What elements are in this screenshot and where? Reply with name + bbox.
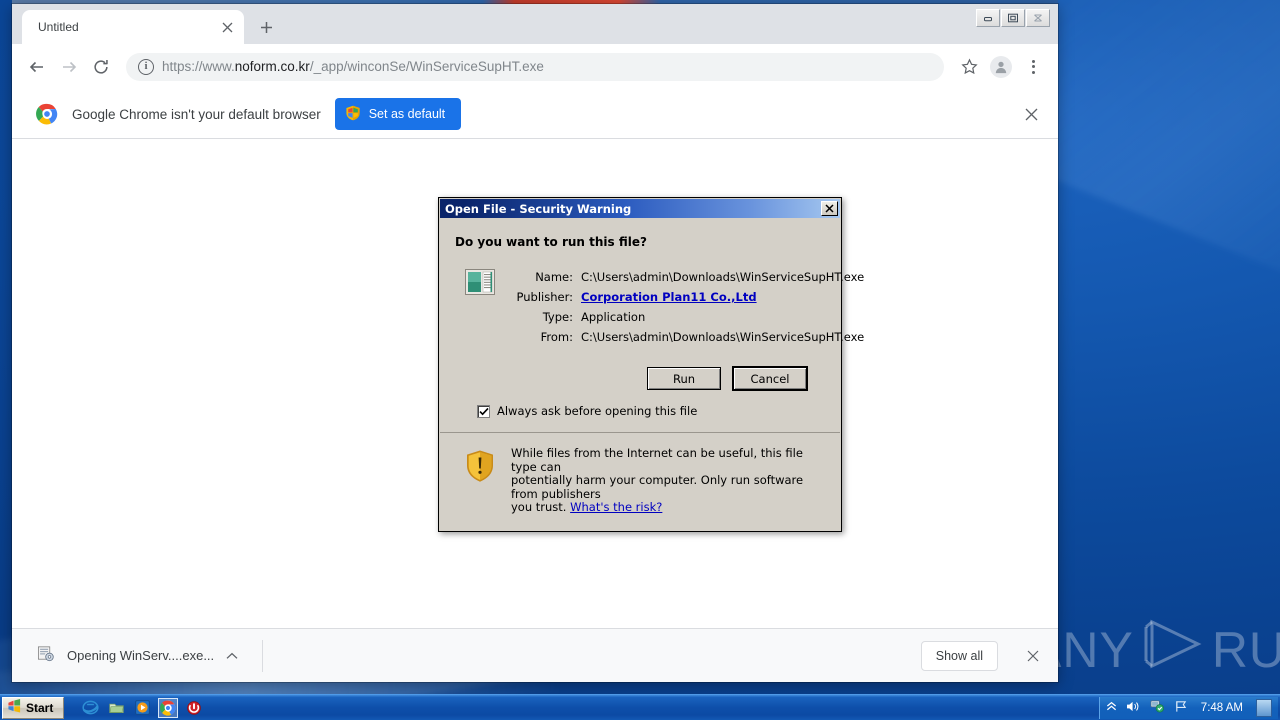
dialog-info-rows: Name: C:\Users\admin\Downloads\WinServic… [511, 267, 865, 347]
show-hidden-icons-icon[interactable] [1106, 701, 1117, 715]
chrome-logo-icon [36, 103, 58, 125]
quick-launch-bar [80, 697, 204, 718]
stop-record-icon[interactable] [184, 698, 204, 718]
taskbar-clock[interactable]: 7:48 AM [1201, 702, 1243, 714]
default-browser-infobar: Google Chrome isn't your default browser… [12, 90, 1058, 139]
url-scheme: https://www. [162, 59, 235, 74]
infobar-message: Google Chrome isn't your default browser [72, 106, 321, 122]
download-item[interactable]: Opening WinServ....exe... [36, 644, 238, 668]
show-all-label: Show all [935, 648, 983, 663]
forward-icon[interactable] [54, 52, 84, 82]
chrome-icon[interactable] [158, 697, 179, 718]
minimize-button[interactable] [976, 9, 1000, 27]
installer-file-icon [36, 644, 55, 668]
kebab-glyph [1031, 59, 1035, 74]
dialog-row-label: Name: [535, 270, 573, 284]
windows-taskbar: Start 7:48 AM [0, 694, 1280, 720]
warning-text: While files from the Internet can be use… [511, 446, 823, 515]
whats-the-risk-link[interactable]: What's the risk? [570, 500, 662, 514]
infobar-close-icon[interactable] [1018, 101, 1044, 127]
shelf-divider [262, 639, 264, 672]
action-center-flag-icon[interactable] [1174, 700, 1188, 716]
always-ask-label: Always ask before opening this file [497, 404, 698, 418]
dialog-row-label: Type: [542, 310, 573, 324]
dialog-row-type: Type: Application [511, 307, 864, 327]
media-player-icon[interactable] [132, 698, 152, 718]
watermark-run: RUN [1211, 622, 1280, 678]
star-icon[interactable] [954, 52, 984, 82]
start-label: Start [26, 700, 54, 715]
always-ask-checkbox-row[interactable]: Always ask before opening this file [455, 390, 825, 432]
warning-line-1: While files from the Internet can be use… [511, 446, 803, 474]
dialog-question: Do you want to run this file? [455, 235, 647, 249]
show-all-button[interactable]: Show all [920, 640, 998, 671]
dialog-titlebar[interactable]: Open File - Security Warning [440, 199, 840, 218]
windows-flag-icon [7, 699, 22, 716]
desktop-background: ANY RUN Untitled [0, 0, 1280, 720]
system-tray: 7:48 AM [1098, 696, 1278, 719]
address-bar-url: https://www.noform.co.kr/_app/winconSe/W… [162, 59, 544, 74]
dialog-row-from: From: C:\Users\admin\Downloads\WinServic… [511, 327, 865, 347]
anyrun-logo-icon [1144, 618, 1202, 682]
internet-explorer-icon[interactable] [80, 698, 100, 718]
set-as-default-button[interactable]: Set as default [334, 98, 462, 130]
tab-strip: Untitled [12, 4, 1058, 44]
dialog-row-publisher: Publisher: Corporation Plan11 Co.,Ltd [511, 287, 864, 307]
dialog-row-label: From: [540, 330, 573, 344]
shelf-close-icon[interactable] [1020, 643, 1046, 669]
windows-explorer-icon[interactable] [106, 698, 126, 718]
url-host: noform.co.kr [234, 59, 310, 74]
warning-line-3: you trust. What's the risk? [511, 500, 823, 515]
dialog-warning-section: While files from the Internet can be use… [439, 433, 841, 531]
dialog-row-value: C:\Users\admin\Downloads\WinServiceSupHT… [581, 330, 865, 344]
warning-line-2: potentially harm your computer. Only run… [511, 473, 804, 501]
address-bar[interactable]: i https://www.noform.co.kr/_app/winconSe… [126, 52, 944, 81]
always-ask-checkbox[interactable] [477, 404, 490, 418]
warning-line-3-text: you trust. [511, 500, 567, 514]
start-button[interactable]: Start [2, 696, 65, 719]
maximize-button[interactable] [1001, 9, 1025, 27]
download-shelf: Opening WinServ....exe... Show all [12, 628, 1058, 682]
open-file-security-warning-dialog: Open File - Security Warning Do you want… [438, 197, 864, 532]
speaker-icon[interactable] [1126, 700, 1141, 716]
profile-avatar-icon[interactable] [986, 52, 1016, 82]
url-path: /_app/winconSe/WinServiceSupHT.exe [309, 59, 544, 74]
browser-tab[interactable]: Untitled [22, 10, 244, 44]
warning-shield-icon [465, 449, 495, 483]
new-tab-button[interactable] [252, 13, 280, 41]
tab-title: Untitled [38, 20, 79, 34]
avatar [990, 55, 1012, 78]
dialog-row-label: Publisher: [516, 290, 573, 304]
browser-toolbar: i https://www.noform.co.kr/_app/winconSe… [12, 44, 1058, 90]
dialog-buttons: Run Cancel [455, 347, 825, 390]
site-info-icon[interactable]: i [138, 58, 154, 75]
dialog-row-value: Application [581, 310, 646, 324]
download-item-label: Opening WinServ....exe... [67, 648, 215, 663]
set-as-default-label: Set as default [368, 107, 446, 121]
reload-icon[interactable] [86, 52, 116, 82]
back-icon[interactable] [22, 52, 52, 82]
dialog-row-value: C:\Users\admin\Downloads\WinServiceSupHT… [581, 270, 865, 284]
dialog-row-name: Name: C:\Users\admin\Downloads\WinServic… [511, 267, 864, 287]
dialog-close-icon[interactable] [821, 201, 838, 216]
close-button[interactable] [1026, 9, 1050, 27]
dialog-title: Open File - Security Warning [445, 201, 632, 216]
dialog-body: Do you want to run this file? Name: C:\U… [439, 219, 864, 432]
network-icon[interactable] [1150, 699, 1165, 716]
three-dot-menu-icon[interactable] [1018, 52, 1048, 82]
tab-close-icon[interactable] [218, 18, 236, 36]
application-file-icon [465, 269, 495, 295]
publisher-link[interactable]: Corporation Plan11 Co.,Ltd [581, 287, 757, 307]
chevron-up-icon[interactable] [226, 649, 238, 663]
show-desktop-icon[interactable] [1256, 698, 1272, 717]
cancel-button[interactable]: Cancel [733, 367, 807, 390]
run-button[interactable]: Run [647, 367, 721, 390]
windows-shield-icon [345, 105, 361, 124]
window-controls [976, 9, 1050, 27]
dialog-file-info: Name: C:\Users\admin\Downloads\WinServic… [455, 267, 864, 347]
anyrun-watermark: ANY RUN [1028, 618, 1280, 682]
